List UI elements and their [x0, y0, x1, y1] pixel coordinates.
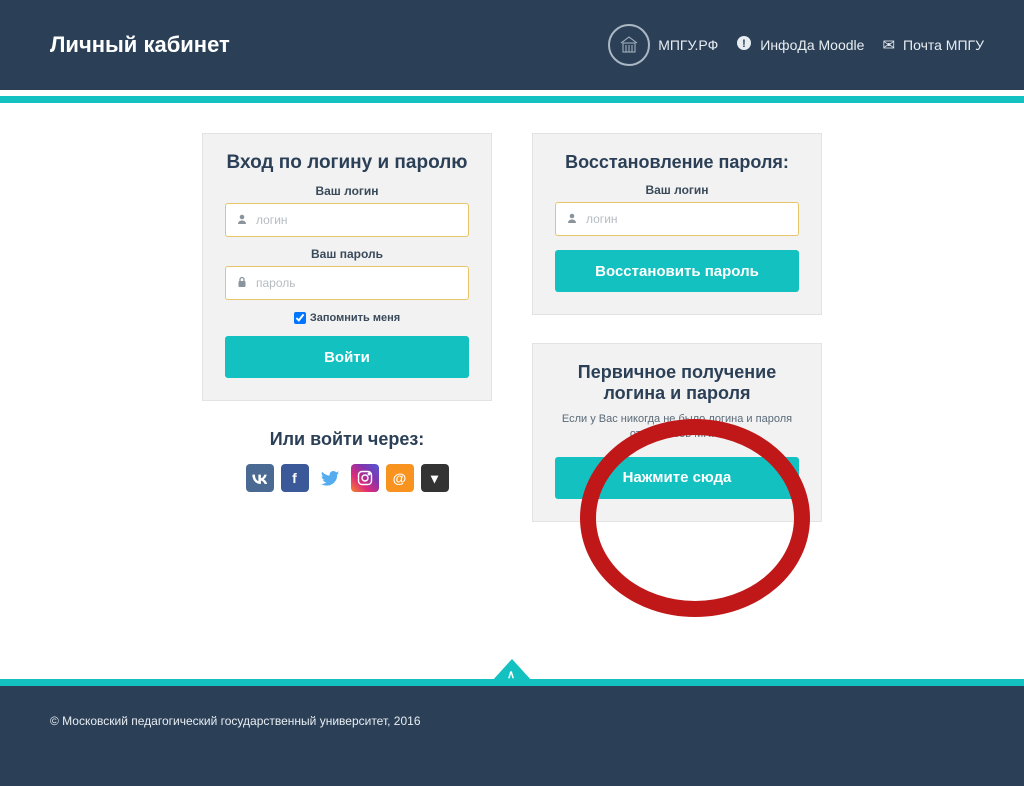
footer: © Московский педагогический государствен… — [0, 686, 1024, 786]
login-input[interactable] — [256, 213, 458, 227]
remember-checkbox-wrap[interactable]: Запомнить меня — [225, 312, 469, 324]
link-mail[interactable]: ✉ Почта МПГУ — [882, 36, 984, 54]
link-mail-label: Почта МПГУ — [903, 37, 984, 53]
twitter-icon[interactable] — [316, 464, 344, 492]
recover-card: Восстановление пароля: Ваш логин Восстан… — [532, 133, 822, 315]
content: Вход по логину и паролю Ваш логин Ваш па… — [0, 103, 1024, 623]
remember-label: Запомнить меня — [310, 312, 400, 324]
password-input-wrap[interactable] — [225, 266, 469, 300]
first-card-title: Первичное получение логина и пароля — [555, 362, 799, 404]
recover-login-input[interactable] — [586, 212, 788, 226]
password-label: Ваш пароль — [225, 247, 469, 261]
login-card: Вход по логину и паролю Ваш логин Ваш па… — [202, 133, 492, 401]
facebook-icon[interactable]: f — [281, 464, 309, 492]
login-label: Ваш логин — [225, 184, 469, 198]
header-links: МПГУ.РФ ! ИнфоДа Moodle ✉ Почта МПГУ — [608, 24, 984, 66]
login-button[interactable]: Войти — [225, 336, 469, 378]
info-icon: ! — [736, 35, 752, 55]
recover-button[interactable]: Восстановить пароль — [555, 250, 799, 292]
user-icon — [566, 212, 586, 227]
vk-icon[interactable] — [246, 464, 274, 492]
link-site[interactable]: МПГУ.РФ — [608, 24, 718, 66]
page-title: Личный кабинет — [50, 32, 608, 58]
header: Личный кабинет МПГУ.РФ ! ИнфоДа Moodle ✉… — [0, 0, 1024, 90]
column-right: Восстановление пароля: Ваш логин Восстан… — [532, 133, 822, 623]
scroll-top-button[interactable]: ∧ — [492, 659, 532, 681]
divider-top — [0, 96, 1024, 103]
recover-login-input-wrap[interactable] — [555, 202, 799, 236]
link-moodle-label: ИнфоДа Moodle — [760, 37, 864, 53]
first-card-help: Если у Вас никогда не было логина и паро… — [555, 412, 799, 443]
mail-icon: ✉ — [882, 36, 895, 54]
svg-text:!: ! — [742, 38, 746, 50]
password-input[interactable] — [256, 276, 458, 290]
login-input-wrap[interactable] — [225, 203, 469, 237]
first-login-button[interactable]: Нажмите сюда — [555, 457, 799, 499]
lock-icon — [236, 276, 256, 291]
link-moodle[interactable]: ! ИнфоДа Moodle — [736, 35, 864, 55]
first-login-card: Первичное получение логина и пароля Если… — [532, 343, 822, 522]
remember-checkbox[interactable] — [294, 312, 306, 324]
recover-card-title: Восстановление пароля: — [555, 152, 799, 173]
chevron-up-icon: ∧ — [507, 668, 515, 681]
mailru-icon[interactable]: @ — [386, 464, 414, 492]
column-left: Вход по логину и паролю Ваш логин Ваш па… — [202, 133, 492, 623]
more-dropdown-icon[interactable]: ▾ — [421, 464, 449, 492]
user-icon — [236, 213, 256, 228]
social-login-row: f @ ▾ — [202, 464, 492, 492]
instagram-icon[interactable] — [351, 464, 379, 492]
university-logo-icon — [608, 24, 650, 66]
link-site-label: МПГУ.РФ — [658, 37, 718, 53]
login-card-title: Вход по логину и паролю — [225, 152, 469, 174]
footer-copyright: © Московский педагогический государствен… — [50, 714, 421, 728]
recover-login-label: Ваш логин — [555, 183, 799, 197]
alt-login-title: Или войти через: — [202, 429, 492, 450]
